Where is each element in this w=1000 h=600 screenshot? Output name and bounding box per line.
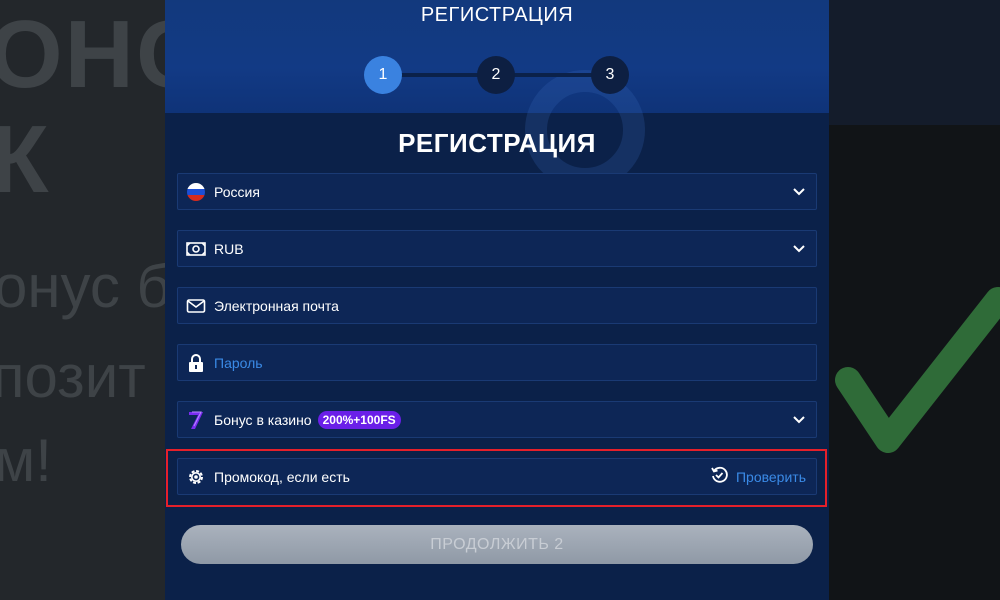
backdrop-text: К — [0, 106, 49, 213]
envelope-icon — [186, 296, 206, 316]
backdrop-text: м! — [0, 427, 52, 494]
country-value: Россия — [214, 183, 260, 200]
lock-icon — [186, 353, 206, 373]
currency-select[interactable]: RUB — [177, 230, 817, 267]
currency-value: RUB — [214, 240, 244, 257]
header-title: РЕГИСТРАЦИЯ — [420, 4, 574, 26]
form-title: РЕГИСТРАЦИЯ — [398, 128, 596, 158]
step-1[interactable]: 1 — [364, 56, 402, 94]
email-field[interactable]: Электронная почта — [177, 287, 817, 324]
email-placeholder: Электронная почта — [214, 297, 339, 314]
seven-logo-icon — [186, 410, 206, 430]
banknote-icon — [186, 239, 206, 259]
backdrop-left-panel: ОНСКИИ К онус б позит м! — [0, 0, 165, 600]
backdrop-text: позит — [0, 343, 146, 410]
continue-button[interactable]: ПРОДОЛЖИТЬ 2 — [181, 525, 813, 564]
chevron-down-icon[interactable] — [792, 242, 806, 256]
backdrop-text: ОНСКИИ — [0, 1, 165, 108]
modal-header: РЕГИСТРАЦИЯ 1 2 3 — [165, 0, 829, 190]
country-select[interactable]: Россия — [177, 173, 817, 210]
registration-modal: РЕГИСТРАЦИЯ 1 2 3 РЕГИСТРАЦИЯ Россия RUB… — [165, 0, 829, 600]
password-field[interactable]: Пароль — [177, 344, 817, 381]
chevron-down-icon[interactable] — [792, 413, 806, 427]
promo-highlight-outline — [166, 449, 827, 507]
bonus-select[interactable]: Бонус в казино 200%+100FS — [177, 401, 817, 438]
backdrop-right-panel — [828, 0, 1000, 600]
step-2[interactable]: 2 — [477, 56, 515, 94]
chevron-down-icon[interactable] — [792, 185, 806, 199]
password-placeholder: Пароль — [214, 354, 263, 371]
bonus-label: Бонус в казино — [214, 411, 312, 428]
step-3[interactable]: 3 — [591, 56, 629, 94]
russia-flag-icon — [186, 182, 206, 202]
checkmark-icon — [835, 287, 1000, 453]
bonus-badge: 200%+100FS — [317, 410, 401, 429]
backdrop-text: онус б — [0, 253, 165, 320]
